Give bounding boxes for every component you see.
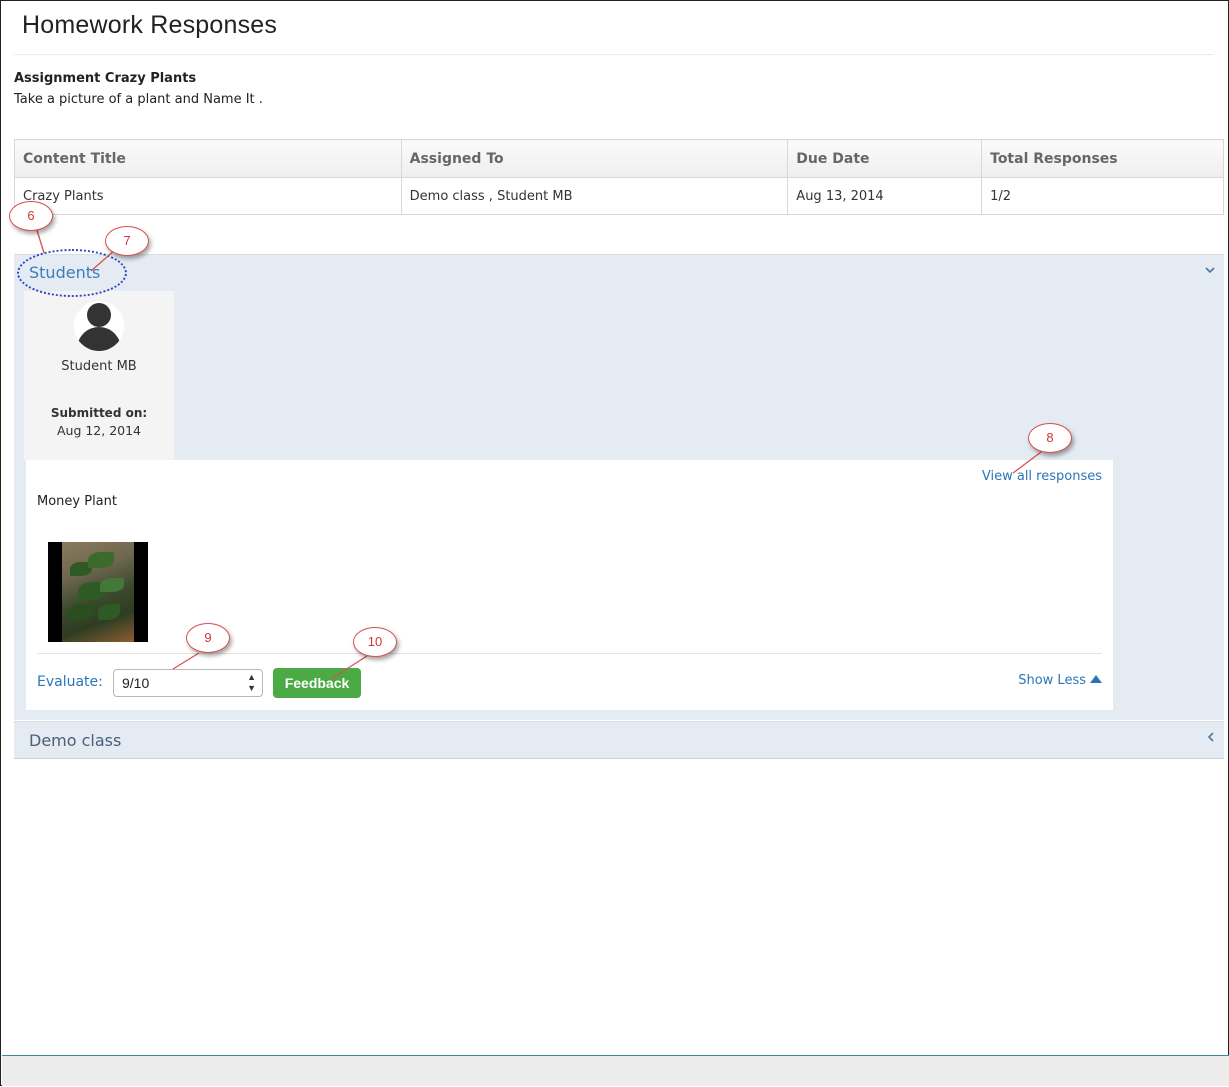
response-text: Money Plant	[37, 494, 117, 509]
submitted-date: Aug 12, 2014	[56, 423, 142, 438]
cell-assigned-to: Demo class , Student MB	[400, 177, 789, 215]
assignment-name: Assignment Crazy Plants	[14, 71, 197, 86]
callout-10: 10	[353, 627, 397, 657]
demo-class-panel[interactable]: Demo class	[14, 721, 1224, 759]
callout-7: 7	[105, 226, 149, 256]
table-row: Crazy Plants Demo class , Student MB Aug…	[14, 177, 1224, 215]
students-highlight-ring	[17, 249, 127, 297]
header-content-title: Content Title	[14, 139, 402, 178]
feedback-button[interactable]: Feedback	[273, 668, 361, 698]
page-frame: Homework Responses Assignment Crazy Plan…	[0, 0, 1229, 1086]
evaluate-label: Evaluate:	[37, 674, 103, 690]
user-avatar-icon	[74, 301, 124, 351]
cell-total-responses: 1/2	[981, 177, 1224, 215]
triangle-up-icon	[1090, 675, 1102, 683]
header-total-responses: Total Responses	[981, 139, 1224, 178]
response-divider	[37, 653, 1102, 654]
callout-6: 6	[9, 201, 53, 231]
assignment-description: Take a picture of a plant and Name It .	[14, 92, 263, 107]
view-all-responses-link[interactable]: View all responses	[982, 469, 1102, 484]
chevron-left-icon[interactable]	[1206, 731, 1216, 747]
show-less-link[interactable]: Show Less	[1018, 673, 1102, 688]
demo-class-panel-header[interactable]: Demo class	[29, 731, 121, 750]
callout-8: 8	[1028, 423, 1072, 453]
cell-content-title: Crazy Plants	[14, 177, 402, 215]
show-less-label: Show Less	[1018, 673, 1086, 688]
title-divider	[14, 54, 1213, 55]
table-header-row: Content Title Assigned To Due Date Total…	[14, 139, 1224, 178]
submitted-label: Submitted on:	[50, 406, 148, 420]
cell-due-date: Aug 13, 2014	[787, 177, 983, 215]
page-title: Homework Responses	[22, 11, 278, 39]
student-name: Student MB	[61, 359, 137, 374]
student-card[interactable]: Student MB Submitted on: Aug 12, 2014	[24, 291, 174, 461]
assignment-summary-table: Content Title Assigned To Due Date Total…	[14, 139, 1224, 215]
grade-select-value: 9/10	[122, 675, 150, 691]
header-due-date: Due Date	[787, 139, 983, 178]
response-box: View all responses Money Plant Evaluate:…	[26, 460, 1113, 710]
grade-select[interactable]: 9/10 ▲ ▼	[113, 669, 263, 697]
chevron-down-icon[interactable]	[1204, 263, 1216, 279]
callout-9: 9	[186, 623, 230, 653]
header-assigned-to: Assigned To	[400, 139, 789, 178]
footer-bar	[2, 1055, 1229, 1086]
response-image[interactable]	[48, 542, 148, 642]
select-arrows-icon: ▲ ▼	[247, 672, 256, 693]
